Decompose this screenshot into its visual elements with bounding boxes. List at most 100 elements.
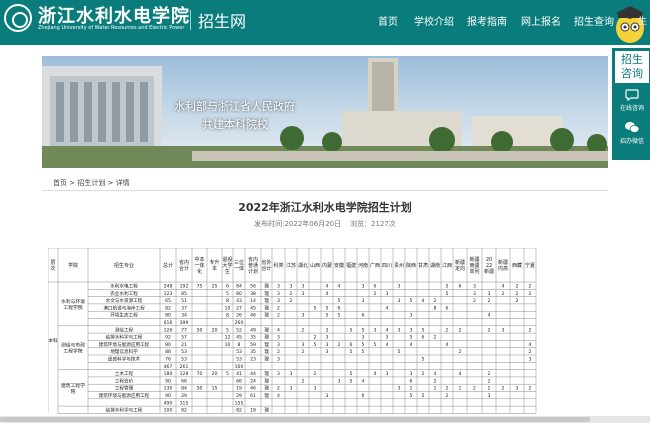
table-cell: 3 [338,378,341,384]
table-cell: 2 [459,327,462,333]
college-cell: 测绘与市政 [61,342,85,349]
table-major-cell: 测绘工程 [115,326,134,333]
table-cell: 3 [290,386,293,392]
table-header-cell: 贵州 [394,262,404,269]
table-cell: 5 [314,342,317,348]
table-major-cell: 土木工程 [115,370,134,377]
nav-guide[interactable]: 报考指南 [467,13,507,28]
table-header-cell: 江苏 [286,262,296,269]
enrollment-table: 层次学院 招生专业 总计 省内 合计 中本 一体化专升本退役 大学生三位 一体 省内 普通 计划 省外合… [48,248,604,416]
table-cell: 6 [422,335,425,341]
nav-query[interactable]: 招生查询 [574,13,614,28]
table-cell: 理 [264,305,269,311]
table-header-cell: 内高 [498,265,508,272]
table-cell: 理 [264,313,269,319]
article-title: 2022年浙江水利水电学院招生计划 [238,201,412,214]
table-cell: 2 [290,298,293,304]
table-cell: 3 [516,386,519,392]
table-cell: 3 [488,291,491,297]
table-cell: 46 [250,386,256,392]
nav-online-apply[interactable]: 网上报名 [521,13,561,28]
scrollbar-thumb[interactable] [0,417,590,422]
table-cell: 59 [250,342,256,348]
chat-bubble-icon [625,89,639,102]
mascot-icon[interactable]: 生 [612,0,650,45]
table-major-cell: 建筑环境与能源应用工程 [99,392,150,399]
nav-school-intro[interactable]: 学校介绍 [414,13,454,28]
table-cell: 4 [277,393,280,399]
table-cell: 82 [236,408,242,414]
table-cell: 6 [362,313,365,319]
table-cell: 128 [180,371,189,377]
breadcrumb-home[interactable]: 首页 [53,179,67,187]
nav-home[interactable]: 首页 [378,13,398,28]
table-cell: 70 [197,371,203,377]
table-cell: 2 [422,371,425,377]
table-cell: 3 [277,342,280,348]
breadcrumb-sep: > [107,179,114,187]
table-header-cell: 三位 [234,259,244,266]
table-cell: 4 [459,371,462,377]
table-header-cell: 福建 [346,262,356,269]
table-cell: 3 [277,371,280,377]
table-cell: 3 [290,371,293,377]
table-cell: 248 [164,284,173,290]
table-cell: 2 [277,349,280,355]
table-header-cell: 新疆 [469,256,479,263]
table-cell: 3 [277,357,280,363]
school-name-en: Zhejiang University of Water Resources a… [38,25,185,31]
school-logo-icon[interactable] [4,4,32,32]
table-cell: 4 [326,284,329,290]
table-cell: 5 [362,342,365,348]
wechat-item[interactable]: 招办微信 [613,121,650,145]
table-cell: 467 [164,364,173,370]
table-cell: 8 [434,305,437,311]
table-header-cell: 单列 [469,268,479,275]
table-cell: 50 [197,386,203,392]
table-cell: 3 [410,371,413,377]
table-cell: 3 [398,284,401,290]
table-cell: 90 [165,393,171,399]
publish-date: 发布时间:2022年06月20日 [254,220,342,228]
table-header-cell: 合计 [261,265,271,272]
table-cell: 2 [434,298,437,304]
table-cell: 44 [250,371,256,377]
table-cell: 3 [277,298,280,304]
table-cell: 2 [473,386,476,392]
table-cell: 4 [446,342,449,348]
table-header-cell: 大学 [222,262,232,269]
table-cell: 23 [250,357,256,363]
horizontal-scrollbar[interactable] [0,416,650,423]
table-cell: 27 [236,305,242,311]
table-cell: 4 [434,371,437,377]
table-cell: 160 [235,364,244,370]
table-header-cell: 生 [225,268,230,275]
enrollment-table-grid: 层次 学院 招生专业 总计 省内合计中本一体化专升本退役大学生三位一体省内普通计划省外合… [48,248,537,414]
table-header-cell: 专升 [209,259,219,266]
table-cell: 理 [264,335,269,341]
table-cell: 2 [290,291,293,297]
table-header-cell: 甘肃 [418,262,428,269]
table-cell: 24 [250,378,256,384]
breadcrumb-plan[interactable]: 招生计划 [77,179,105,187]
table-cell: 2 [314,335,317,341]
online-consult-item[interactable]: 在线咨询 [613,89,650,112]
table-cell: 4 [410,342,413,348]
table-cell: 2 [302,349,305,355]
banner-slogan-line2: 共建本科院校 [202,118,268,131]
table-cell: 21 [181,342,187,348]
table-cell: 3 [326,342,329,348]
table-cell: 2 [410,386,413,392]
table-cell: 4 [362,378,365,384]
table-cell: 126 [164,327,173,333]
table-cell: 12 [225,335,231,341]
table-cell: 8 [226,298,229,304]
table-cell: 26 [236,313,242,319]
table-cell: 2 [516,284,519,290]
table-header-cell: 湖南 [430,262,440,269]
table-cell: 4 [488,313,491,319]
table-cell: 84 [181,386,187,392]
table-cell: 3 [386,371,389,377]
table-major-cell: 给排水科学与工程 [106,407,143,414]
table-cell: 5 [410,335,413,341]
